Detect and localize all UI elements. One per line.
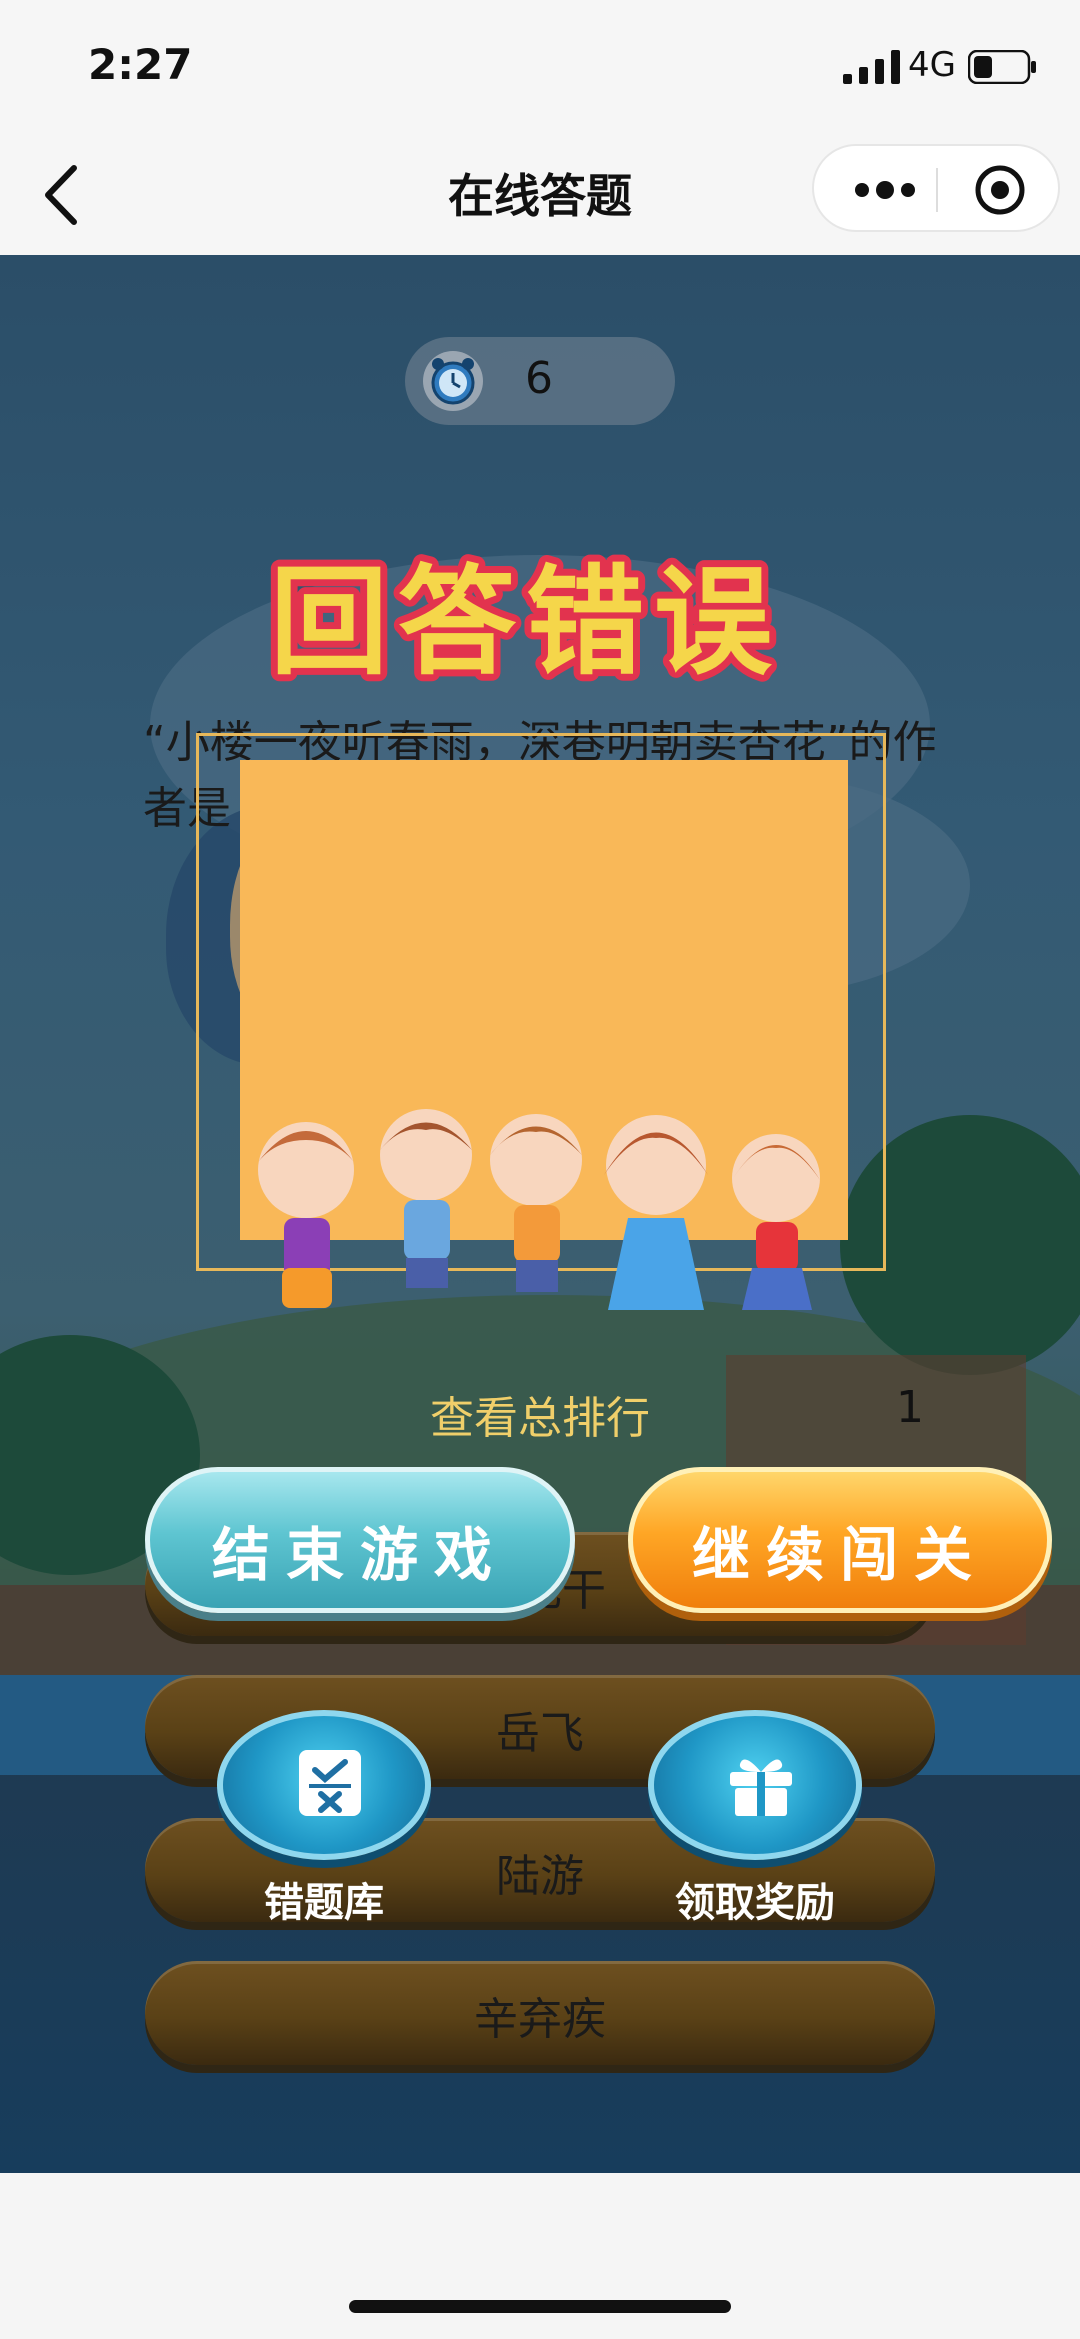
result-title-text: 回答错误	[270, 553, 782, 691]
timer-value: 6	[525, 353, 553, 404]
close-mini-program-icon[interactable]	[974, 164, 1026, 216]
home-indicator[interactable]	[349, 2300, 731, 2313]
alarm-clock-icon	[423, 351, 483, 411]
answer-option[interactable]: 辛弃疾	[145, 1961, 935, 2065]
option-label: 辛弃疾	[474, 1994, 606, 2045]
nav-bar: 在线答题	[0, 130, 1080, 255]
bottom-safe-area	[0, 2173, 1080, 2339]
mini-program-capsule	[812, 144, 1060, 232]
wrong-answers-button[interactable]	[217, 1710, 431, 1860]
claim-reward-button[interactable]	[648, 1710, 862, 1860]
capsule-divider	[936, 168, 938, 212]
status-time: 2:27	[88, 40, 193, 89]
signal-icon	[843, 50, 900, 84]
gift-icon	[730, 1759, 792, 1816]
wrong-answers-icon	[299, 1750, 361, 1816]
battery-icon	[968, 50, 1036, 84]
rank-number: 1	[896, 1382, 924, 1433]
more-icon[interactable]	[850, 168, 920, 212]
end-game-label: 结束游戏	[211, 1521, 508, 1589]
continue-button[interactable]: 继续闯关	[628, 1467, 1052, 1613]
end-game-button[interactable]: 结束游戏	[145, 1467, 575, 1613]
quiz-stage: 6 “小楼一夜听春雨，深巷明朝卖杏花”的作者是 张元干 岳飞 陆游 辛弃疾 回答…	[0, 255, 1080, 2173]
kids-illustration	[258, 1109, 820, 1310]
result-title: 回答错误	[263, 546, 782, 695]
network-type: 4G	[908, 45, 956, 85]
continue-label: 继续闯关	[691, 1521, 988, 1589]
wrong-answers-label: 错题库	[264, 1880, 384, 1926]
status-bar: 2:27 4G	[0, 0, 1080, 130]
countdown-timer: 6	[405, 337, 675, 425]
claim-reward-label: 领取奖励	[675, 1880, 835, 1926]
